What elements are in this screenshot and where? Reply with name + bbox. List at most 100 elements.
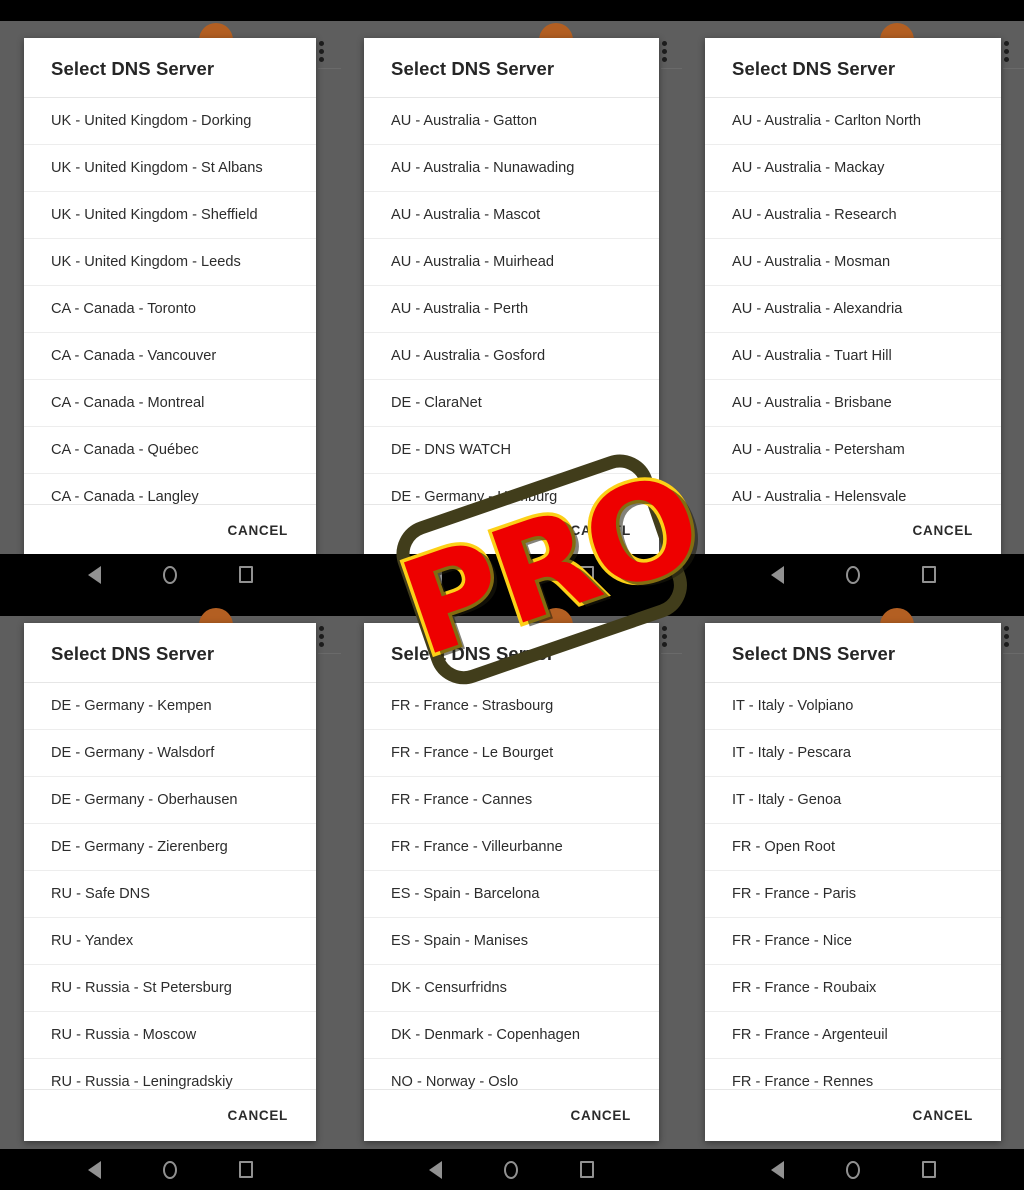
back-icon[interactable] xyxy=(770,1160,784,1179)
list-item[interactable]: AU - Australia - Carlton North xyxy=(705,98,1001,145)
list-item[interactable]: RU - Safe DNS xyxy=(24,871,316,918)
list-item[interactable]: DK - Denmark - Copenhagen xyxy=(364,1012,659,1059)
back-icon[interactable] xyxy=(88,565,101,584)
list-item[interactable]: DE - Germany - Oberhausen xyxy=(24,777,316,824)
overflow-menu-icon[interactable] xyxy=(319,626,324,647)
screenshot-grid: Select DNS Server UK - United Kingdom - D… xyxy=(0,0,1024,1190)
overflow-menu-icon[interactable] xyxy=(662,626,667,647)
list-item[interactable]: NO - Norway - Oslo xyxy=(364,1059,659,1089)
list-item[interactable]: AU - Australia - Alexandria xyxy=(705,286,1001,333)
list-item[interactable]: AU - Australia - Nunawading xyxy=(364,145,659,192)
cancel-button[interactable]: CANCEL xyxy=(911,1102,975,1129)
list-item[interactable]: ES - Spain - Barcelona xyxy=(364,871,659,918)
list-item[interactable]: FR - France - Nice xyxy=(705,918,1001,965)
home-icon[interactable] xyxy=(845,1160,860,1179)
dns-server-list[interactable]: AU - Australia - Gatton AU - Australia - … xyxy=(364,98,659,504)
dns-server-list[interactable]: IT - Italy - Volpiano IT - Italy - Pescar… xyxy=(705,683,1001,1089)
list-item[interactable]: FR - France - Villeurbanne xyxy=(364,824,659,871)
home-icon[interactable] xyxy=(504,565,518,584)
list-item[interactable]: CA - Canada - Langley xyxy=(24,474,316,504)
list-item[interactable]: ES - Spain - Manises xyxy=(364,918,659,965)
home-icon[interactable] xyxy=(845,565,860,584)
recents-icon[interactable] xyxy=(239,1161,253,1178)
back-icon[interactable] xyxy=(429,565,442,584)
cancel-button[interactable]: CANCEL xyxy=(226,1102,290,1129)
list-item[interactable]: FR - France - Paris xyxy=(705,871,1001,918)
recents-icon[interactable] xyxy=(580,1161,594,1178)
recents-icon[interactable] xyxy=(921,1161,936,1178)
home-icon[interactable] xyxy=(163,1160,177,1179)
list-item[interactable]: RU - Russia - Leningradskiy xyxy=(24,1059,316,1089)
list-item[interactable]: AU - Australia - Gosford xyxy=(364,333,659,380)
list-item[interactable]: CA - Canada - Toronto xyxy=(24,286,316,333)
list-item[interactable]: CA - Canada - Montreal xyxy=(24,380,316,427)
cancel-button[interactable]: CANCEL xyxy=(226,517,290,544)
list-item[interactable]: AU - Australia - Brisbane xyxy=(705,380,1001,427)
phone-screenshot-4: Select DNS Server DE - Germany - Kempen DE… xyxy=(0,595,341,1190)
list-item[interactable]: AU - Australia - Mascot xyxy=(364,192,659,239)
list-item[interactable]: CA - Canada - Vancouver xyxy=(24,333,316,380)
list-item[interactable]: DE - DNS WATCH xyxy=(364,427,659,474)
cancel-button[interactable]: CANCEL xyxy=(569,517,633,544)
list-item[interactable]: IT - Italy - Pescara xyxy=(705,730,1001,777)
select-dns-server-dialog: Select DNS Server DE - Germany - Kempen DE… xyxy=(24,623,316,1141)
list-item[interactable]: UK - United Kingdom - Dorking xyxy=(24,98,316,145)
overflow-menu-icon[interactable] xyxy=(1004,626,1009,647)
recents-icon[interactable] xyxy=(580,566,594,583)
list-item[interactable]: FR - Open Root xyxy=(705,824,1001,871)
list-item[interactable]: FR - France - Argenteuil xyxy=(705,1012,1001,1059)
back-icon[interactable] xyxy=(88,1160,101,1179)
list-item[interactable]: AU - Australia - Gatton xyxy=(364,98,659,145)
list-item[interactable]: FR - France - Strasbourg xyxy=(364,683,659,730)
home-icon[interactable] xyxy=(163,565,177,584)
recents-icon[interactable] xyxy=(239,566,253,583)
dns-server-list[interactable]: UK - United Kingdom - Dorking UK - United… xyxy=(24,98,316,504)
dialog-title: Select DNS Server xyxy=(364,38,659,98)
list-item[interactable]: AU - Australia - Helensvale xyxy=(705,474,1001,504)
back-icon[interactable] xyxy=(429,1160,442,1179)
list-item[interactable]: UK - United Kingdom - Leeds xyxy=(24,239,316,286)
list-item[interactable]: IT - Italy - Genoa xyxy=(705,777,1001,824)
background-app-divider xyxy=(1003,653,1024,654)
dialog-title: Select DNS Server xyxy=(705,38,1001,98)
overflow-menu-icon[interactable] xyxy=(662,41,667,62)
back-icon[interactable] xyxy=(770,565,784,584)
list-item[interactable]: CA - Canada - Québec xyxy=(24,427,316,474)
dialog-title: Select DNS Server xyxy=(24,623,316,683)
list-item[interactable]: FR - France - Cannes xyxy=(364,777,659,824)
list-item[interactable]: DE - Germany - Walsdorf xyxy=(24,730,316,777)
list-item[interactable]: AU - Australia - Research xyxy=(705,192,1001,239)
list-item[interactable]: DK - Censurfridns xyxy=(364,965,659,1012)
list-item[interactable]: RU - Yandex xyxy=(24,918,316,965)
list-item[interactable]: RU - Russia - St Petersburg xyxy=(24,965,316,1012)
list-item[interactable]: DE - Germany - Kempen xyxy=(24,683,316,730)
list-item[interactable]: FR - France - Le Bourget xyxy=(364,730,659,777)
list-item[interactable]: FR - France - Roubaix xyxy=(705,965,1001,1012)
list-item[interactable]: RU - Russia - Moscow xyxy=(24,1012,316,1059)
status-bar xyxy=(341,595,682,616)
cancel-button[interactable]: CANCEL xyxy=(911,517,975,544)
list-item[interactable]: UK - United Kingdom - Sheffield xyxy=(24,192,316,239)
recents-icon[interactable] xyxy=(921,566,936,583)
dns-server-list[interactable]: DE - Germany - Kempen DE - Germany - Wals… xyxy=(24,683,316,1089)
list-item[interactable]: IT - Italy - Volpiano xyxy=(705,683,1001,730)
overflow-menu-icon[interactable] xyxy=(319,41,324,62)
select-dns-server-dialog: Select DNS Server UK - United Kingdom - D… xyxy=(24,38,316,556)
list-item[interactable]: AU - Australia - Mackay xyxy=(705,145,1001,192)
list-item[interactable]: AU - Australia - Muirhead xyxy=(364,239,659,286)
list-item[interactable]: UK - United Kingdom - St Albans xyxy=(24,145,316,192)
list-item[interactable]: AU - Australia - Tuart Hill xyxy=(705,333,1001,380)
list-item[interactable]: FR - France - Rennes xyxy=(705,1059,1001,1089)
home-icon[interactable] xyxy=(504,1160,518,1179)
list-item[interactable]: DE - Germany - Zierenberg xyxy=(24,824,316,871)
android-navigation-bar xyxy=(682,554,1024,595)
list-item[interactable]: AU - Australia - Mosman xyxy=(705,239,1001,286)
list-item[interactable]: AU - Australia - Perth xyxy=(364,286,659,333)
overflow-menu-icon[interactable] xyxy=(1004,41,1009,62)
dns-server-list[interactable]: FR - France - Strasbourg FR - France - Le… xyxy=(364,683,659,1089)
list-item[interactable]: DE - ClaraNet xyxy=(364,380,659,427)
list-item[interactable]: DE - Germany - Hamburg xyxy=(364,474,659,504)
list-item[interactable]: AU - Australia - Petersham xyxy=(705,427,1001,474)
cancel-button[interactable]: CANCEL xyxy=(569,1102,633,1129)
dns-server-list[interactable]: AU - Australia - Carlton North AU - Austr… xyxy=(705,98,1001,504)
